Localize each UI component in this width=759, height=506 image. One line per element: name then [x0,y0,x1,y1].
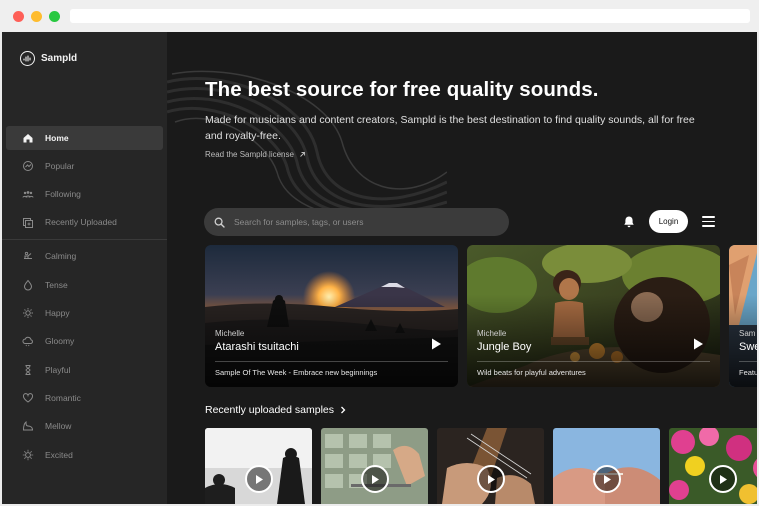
sidebar-item-label: Popular [45,161,75,171]
sidebar-item-excited[interactable]: Excited [6,443,163,467]
close-window-button[interactable] [13,11,24,22]
sidebar-item-calming[interactable]: Calming [6,244,163,268]
card-title: Swe [739,341,757,353]
sample-thumbnail[interactable] [321,428,428,504]
thumbnail-play-button[interactable] [593,465,621,493]
sidebar-item-gloomy[interactable]: Gloomy [6,329,163,353]
sidebar-item-tense[interactable]: Tense [6,273,163,297]
popular-icon [22,160,34,172]
sidebar-item-label: Recently Uploaded [45,217,117,227]
chevron-right-icon [341,406,346,414]
hamburger-menu-icon[interactable] [702,216,715,227]
sidebar-item-label: Home [45,133,69,143]
happy-icon [22,307,34,319]
sidebar-item-label: Mellow [45,421,72,431]
card-shade [729,245,757,387]
hero-subtitle: Made for musicians and content creators,… [205,114,695,142]
sidebar-item-recently-uploaded[interactable]: Recently Uploaded [6,210,163,234]
card-divider [477,361,710,362]
maximize-window-button[interactable] [49,11,60,22]
playful-icon [22,364,34,376]
play-icon[interactable] [692,337,704,351]
card-description: Featu [739,368,757,377]
minimize-window-button[interactable] [31,11,42,22]
featured-card[interactable]: Michelle Jungle Boy Wild beats for playf… [467,245,720,387]
browser-window: Sampld Home Popular Following Recently U… [0,0,759,506]
featured-card[interactable]: Sam Swe Featu [729,245,757,387]
sidebar-item-happy[interactable]: Happy [6,301,163,325]
thumbnail-play-button[interactable] [245,465,273,493]
following-icon [22,188,34,200]
play-icon [720,474,727,484]
search-bar[interactable] [204,208,509,236]
login-button[interactable]: Login [649,210,688,233]
brand-name: Sampld [41,52,78,64]
sidebar-item-label: Romantic [45,393,81,403]
play-icon [604,474,611,484]
sample-thumbnail[interactable] [553,428,660,504]
tense-icon [22,279,34,291]
card-divider [739,361,757,362]
card-shade [205,245,458,387]
excited-icon [22,449,34,461]
browser-titlebar [0,0,759,32]
brand[interactable]: Sampld [20,50,77,66]
card-artist: Michelle [215,329,245,338]
license-link-label: Read the Sampld license [205,150,294,159]
sidebar-divider [2,239,167,240]
sample-thumbnail[interactable] [437,428,544,504]
sidebar-item-home[interactable]: Home [6,126,163,150]
thumbnail-play-button[interactable] [709,465,737,493]
play-icon [372,474,379,484]
sidebar-item-following[interactable]: Following [6,182,163,206]
mellow-icon [22,420,34,432]
card-description: Sample Of The Week - Embrace new beginni… [215,368,378,377]
upload-icon [22,216,34,228]
sidebar-item-popular[interactable]: Popular [6,154,163,178]
sampld-logo-icon [20,50,35,66]
address-bar[interactable] [70,9,750,23]
sidebar-item-romantic[interactable]: Romantic [6,386,163,410]
card-artist: Sam [739,329,756,338]
sidebar-item-playful[interactable]: Playful [6,358,163,382]
card-title: Jungle Boy [477,341,532,353]
recent-section-header[interactable]: Recently uploaded samples [205,404,346,416]
card-description: Wild beats for playful adventures [477,368,586,377]
play-icon [256,474,263,484]
card-shade [467,245,720,387]
sidebar-item-mellow[interactable]: Mellow [6,414,163,438]
app-viewport: Sampld Home Popular Following Recently U… [2,32,757,504]
sidebar-item-label: Tense [45,280,68,290]
sidebar-item-label: Gloomy [45,336,75,346]
sample-thumbnail[interactable] [669,428,757,504]
search-input[interactable] [234,217,484,227]
card-title: Atarashi tsuitachi [215,341,299,353]
recent-section-title: Recently uploaded samples [205,404,334,416]
thumbnail-play-button[interactable] [477,465,505,493]
calming-icon [22,250,34,262]
card-artist: Michelle [477,329,507,338]
play-icon [488,474,495,484]
gloomy-icon [22,335,34,347]
featured-card[interactable]: Michelle Atarashi tsuitachi Sample Of Th… [205,245,458,387]
card-divider [215,361,448,362]
bell-icon[interactable] [622,215,636,229]
external-arrow-icon [300,152,305,157]
sidebar: Sampld Home Popular Following Recently U… [2,32,167,504]
main-content: The best source for free quality sounds.… [167,32,757,504]
sidebar-item-label: Following [45,189,81,199]
thumbnail-play-button[interactable] [361,465,389,493]
play-icon[interactable] [430,337,442,351]
license-link[interactable]: Read the Sampld license [205,150,306,159]
search-icon [214,217,225,228]
sidebar-item-label: Happy [45,308,70,318]
sidebar-item-label: Playful [45,365,71,375]
thumbnail-artwork [669,428,757,504]
sidebar-item-label: Excited [45,450,73,460]
hero-title: The best source for free quality sounds. [205,78,599,101]
sidebar-item-label: Calming [45,251,77,261]
heart-icon [22,392,34,404]
home-icon [22,132,34,144]
sample-thumbnail[interactable] [205,428,312,504]
